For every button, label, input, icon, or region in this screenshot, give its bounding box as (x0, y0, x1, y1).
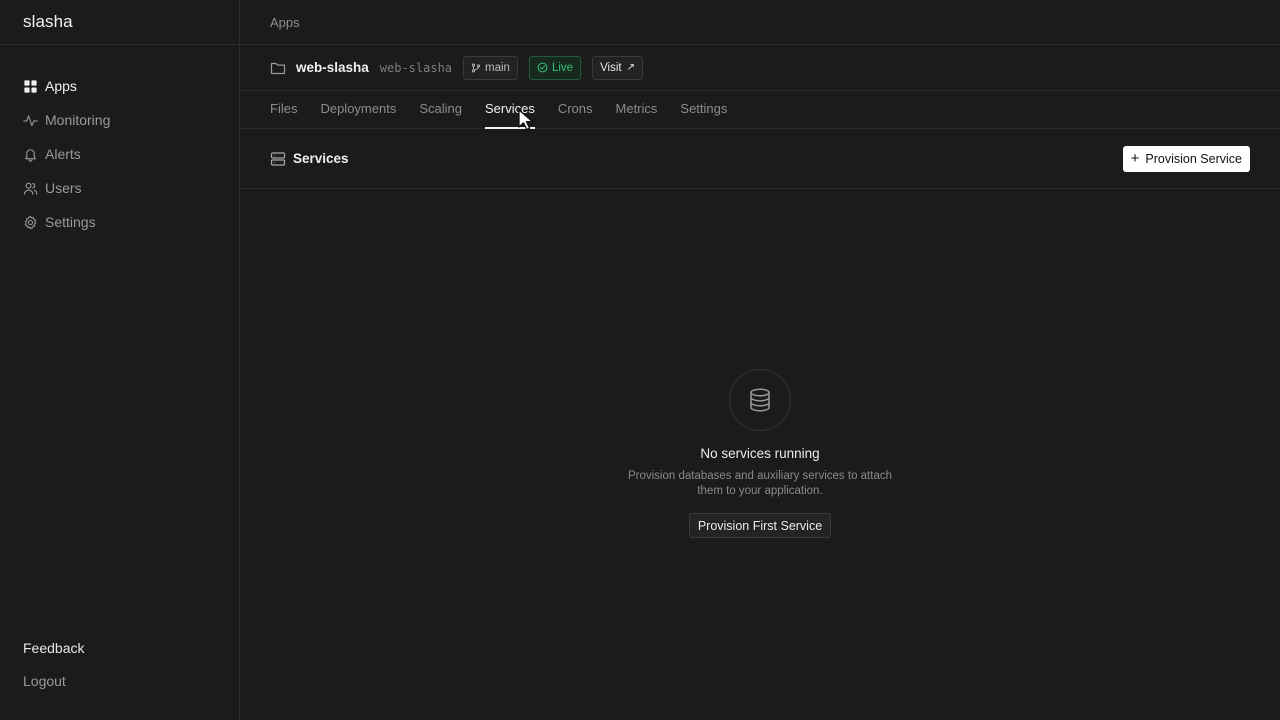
sidebar-item-label: Monitoring (45, 112, 111, 128)
tab-metrics[interactable]: Metrics (616, 91, 658, 128)
tab-deployments[interactable]: Deployments (320, 91, 396, 128)
sidebar-item-monitoring[interactable]: Monitoring (22, 103, 239, 137)
provision-service-label: Provision Service (1145, 151, 1242, 166)
sidebar-item-alerts[interactable]: Alerts (22, 137, 239, 171)
empty-state-description: Provision databases and auxiliary servic… (627, 470, 892, 497)
breadcrumb-apps[interactable]: Apps (270, 15, 300, 30)
main-content: Apps web-slasha web-slasha main Live Vis… (240, 0, 1280, 720)
sidebar-footer: Feedback Logout (23, 632, 84, 698)
external-link-icon: ↗ (626, 62, 635, 73)
branch-badge: main (463, 55, 518, 80)
gear-icon (22, 214, 38, 230)
server-icon (270, 151, 286, 167)
brand-logo[interactable]: slasha (0, 0, 239, 45)
plus-icon: + (1130, 150, 1140, 167)
breadcrumb: Apps (240, 0, 1280, 45)
sidebar-item-users[interactable]: Users (22, 171, 239, 205)
provision-service-button[interactable]: + Provision Service (1122, 145, 1250, 172)
bell-icon (22, 146, 38, 162)
provision-first-service-button[interactable]: Provision First Service (688, 513, 832, 538)
sidebar-nav: Apps Monitoring Alerts Users Settings (0, 45, 239, 239)
tab-scaling[interactable]: Scaling (419, 91, 462, 128)
empty-state: No services running Provision databases … (240, 369, 1280, 538)
app-slug: web-slasha (379, 60, 453, 75)
grid-icon (22, 78, 38, 94)
tab-settings[interactable]: Settings (680, 91, 727, 128)
empty-state-title: No services running (700, 446, 820, 461)
sidebar-item-label: Settings (45, 214, 96, 230)
sidebar-item-label: Alerts (45, 146, 81, 162)
logout-link[interactable]: Logout (23, 665, 84, 698)
feedback-link[interactable]: Feedback (23, 632, 84, 665)
activity-icon (22, 112, 38, 128)
section-title-label: Services (293, 151, 349, 166)
folder-icon (270, 60, 286, 76)
tab-bar: Files Deployments Scaling Services Crons… (240, 91, 1280, 129)
status-label: Live (551, 61, 574, 74)
sidebar-item-label: Apps (45, 78, 77, 94)
sidebar: slasha Apps Monitoring Alerts Users Sett… (0, 0, 240, 720)
users-icon (22, 180, 38, 196)
tab-services[interactable]: Services (484, 91, 535, 129)
section-title: Services (270, 151, 349, 167)
sidebar-item-label: Users (45, 180, 82, 196)
visit-button[interactable]: Visit ↗ (592, 55, 643, 80)
sidebar-item-apps[interactable]: Apps (22, 69, 239, 103)
app-name: web-slasha (296, 60, 369, 75)
sidebar-item-settings[interactable]: Settings (22, 205, 239, 239)
database-icon (729, 369, 791, 431)
app-header: web-slasha web-slasha main Live Visit ↗ (240, 45, 1280, 91)
check-circle-icon (537, 62, 548, 73)
branch-label: main (485, 61, 510, 74)
status-badge: Live (528, 55, 582, 80)
visit-label: Visit (600, 61, 622, 74)
services-header: Services + Provision Service (240, 129, 1280, 189)
tab-crons[interactable]: Crons (558, 91, 593, 128)
tab-files[interactable]: Files (270, 91, 297, 128)
git-branch-icon (471, 63, 481, 72)
